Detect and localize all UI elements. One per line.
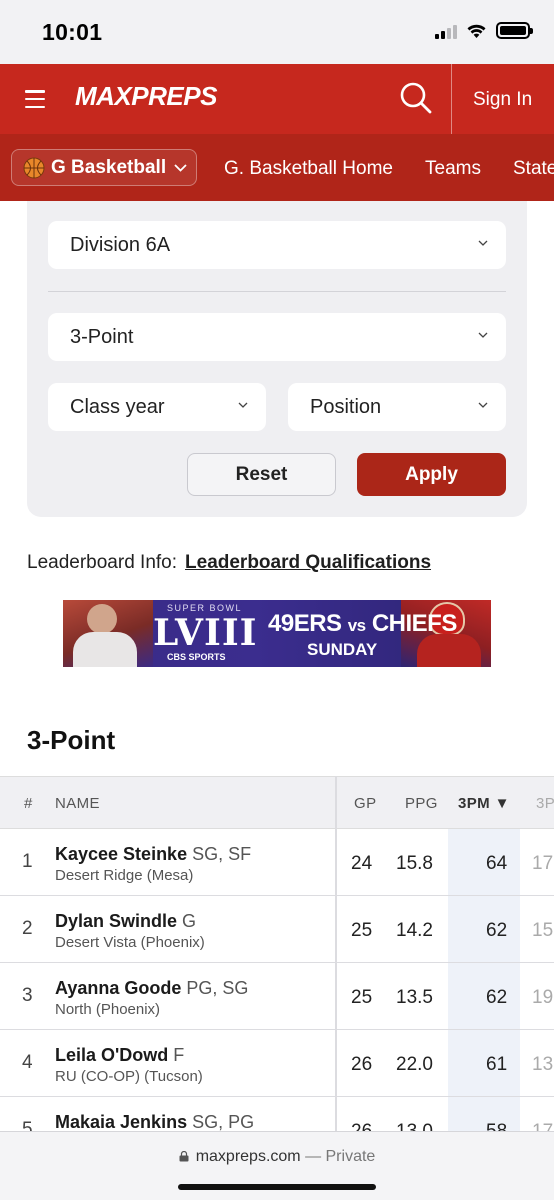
3pa-cell: 15 <box>532 920 554 941</box>
division-select-value: Division 6A <box>70 233 171 256</box>
sport-selector-label: G Basketball <box>51 156 167 178</box>
class-year-select-value: Class year <box>70 395 165 418</box>
ad-player-image <box>63 600 153 667</box>
leaderboard-info-label: Leaderboard Info: <box>27 552 178 573</box>
school-link[interactable]: North (Phoenix) <box>55 1001 160 1018</box>
menu-icon[interactable] <box>25 90 45 108</box>
3pm-cell: 61 <box>486 1054 508 1075</box>
ppg-cell: 13.5 <box>396 987 433 1008</box>
basketball-icon <box>23 157 45 178</box>
header-name[interactable]: NAME <box>55 795 100 812</box>
ppg-cell: 15.8 <box>396 853 433 874</box>
position-select-value: Position <box>310 395 382 418</box>
school-link[interactable]: RU (CO-OP) (Tucson) <box>55 1068 203 1085</box>
chevron-down-icon <box>238 402 248 408</box>
sport-subnav: G Basketball G. Basketball Home Teams St… <box>0 134 554 201</box>
apply-button[interactable]: Apply <box>357 453 506 496</box>
3pm-cell: 64 <box>486 853 508 874</box>
3pm-cell: 62 <box>486 920 508 941</box>
position-select[interactable]: Position <box>288 383 506 431</box>
player-position: G <box>182 911 197 931</box>
table-row[interactable]: 4 Leila O'Dowd F RU (CO-OP) (Tucson) 26 22.0 6… <box>0 1030 554 1097</box>
table-row[interactable]: 1 Kaycee Steinke SG, SF Desert Ridge (Mesa)… <box>0 829 554 896</box>
ppg-cell: 22.0 <box>396 1054 433 1075</box>
header-3pa[interactable]: 3PA <box>536 795 554 812</box>
header-divider <box>451 64 452 134</box>
gp-cell: 25 <box>351 920 373 941</box>
chevron-down-icon <box>478 402 488 408</box>
header-gp[interactable]: GP <box>354 795 376 812</box>
division-select[interactable]: Division 6A <box>48 221 506 269</box>
stat-select[interactable]: 3-Point <box>48 313 506 361</box>
private-label: — Private <box>305 1148 376 1165</box>
gp-cell: 26 <box>351 1054 373 1075</box>
rank-cell: 1 <box>22 851 33 872</box>
player-name-link[interactable]: Makaia Jenkins SG, PG <box>55 1112 254 1133</box>
status-bar: 10:01 <box>0 0 554 64</box>
rank-cell: 2 <box>22 918 33 939</box>
ad-day: SUNDAY <box>307 640 378 659</box>
ad-numeral: LVIII <box>153 612 258 654</box>
player-name-link[interactable]: Kaycee Steinke SG, SF <box>55 844 251 865</box>
stat-select-value: 3-Point <box>70 325 134 348</box>
table-row[interactable]: 3 Ayanna Goode PG, SG North (Phoenix) 25 13.5… <box>0 963 554 1030</box>
filter-divider <box>48 291 506 292</box>
table-header: # NAME GP PPG 3PM ▼ 3PA <box>0 776 554 829</box>
leaderboard-info: Leaderboard Info: Leaderboard Qualificati… <box>27 552 431 574</box>
filter-panel: Division 6A 3-Point Class year Position … <box>27 201 527 517</box>
sport-selector[interactable]: G Basketball <box>11 149 197 186</box>
player-position: PG, SG <box>186 978 249 998</box>
chevron-down-icon <box>478 240 488 246</box>
logo-text: MAXPREPS <box>75 81 217 111</box>
browser-address-bar[interactable]: maxpreps.com — Private <box>0 1131 554 1200</box>
rank-cell: 4 <box>22 1052 33 1073</box>
3pa-cell: 19 <box>532 987 554 1008</box>
school-link[interactable]: Desert Vista (Phoenix) <box>55 934 205 951</box>
status-icons <box>435 22 533 39</box>
chevron-down-icon <box>478 332 488 338</box>
gp-cell: 24 <box>351 853 373 874</box>
wifi-icon <box>467 24 486 38</box>
site-header: MAXPREPS Sign In <box>0 64 554 134</box>
subnav-link-teams[interactable]: Teams <box>425 158 481 180</box>
subnav-link-state[interactable]: State <box>513 158 554 180</box>
header-3pm[interactable]: 3PM ▼ <box>458 795 510 812</box>
maxpreps-logo[interactable]: MAXPREPS <box>75 81 217 112</box>
section-title: 3-Point <box>27 725 116 755</box>
gp-cell: 25 <box>351 987 373 1008</box>
player-name-link[interactable]: Dylan Swindle G <box>55 911 196 932</box>
player-name-link[interactable]: Ayanna Goode PG, SG <box>55 978 248 999</box>
ppg-cell: 14.2 <box>396 920 433 941</box>
chevron-down-icon <box>174 163 187 172</box>
sign-in-link[interactable]: Sign In <box>473 89 532 111</box>
leaderboard-table: # NAME GP PPG 3PM ▼ 3PA 1 Kaycee SteinkeS… <box>0 776 554 1136</box>
header-ppg[interactable]: PPG <box>405 795 438 812</box>
class-year-select[interactable]: Class year <box>48 383 266 431</box>
player-position: F <box>173 1045 185 1065</box>
rank-cell: 3 <box>22 985 33 1006</box>
reset-button[interactable]: Reset <box>187 453 336 496</box>
url-display[interactable]: maxpreps.com — Private <box>0 1148 554 1166</box>
cellular-signal-icon <box>435 23 457 39</box>
table-row[interactable]: 2 Dylan Swindle G Desert Vista (Phoenix) 25 1… <box>0 896 554 963</box>
player-name-link[interactable]: Leila O'Dowd F <box>55 1045 184 1066</box>
3pa-cell: 13 <box>532 1054 554 1075</box>
player-position: SG, SF <box>192 844 252 864</box>
ad-matchup: 49ERS vs CHIEFS <box>268 610 457 637</box>
status-time: 10:01 <box>42 19 103 45</box>
header-rank: # <box>24 795 33 812</box>
ad-network: CBS SPORTS <box>167 652 226 662</box>
search-icon[interactable] <box>398 80 434 116</box>
3pm-cell: 62 <box>486 987 508 1008</box>
battery-icon <box>496 22 533 39</box>
home-indicator[interactable] <box>178 1184 376 1190</box>
player-position: SG, PG <box>192 1112 255 1132</box>
ad-banner[interactable]: SUPER BOWL LVIII CBS SPORTS 49ERS vs CHI… <box>63 600 491 667</box>
subnav-link-home[interactable]: G. Basketball Home <box>224 158 393 180</box>
leaderboard-qualifications-link[interactable]: Leaderboard Qualifications <box>185 552 431 573</box>
3pa-cell: 17 <box>532 853 554 874</box>
url-domain: maxpreps.com <box>195 1148 301 1165</box>
lock-icon <box>179 1151 189 1162</box>
school-link[interactable]: Desert Ridge (Mesa) <box>55 867 193 884</box>
